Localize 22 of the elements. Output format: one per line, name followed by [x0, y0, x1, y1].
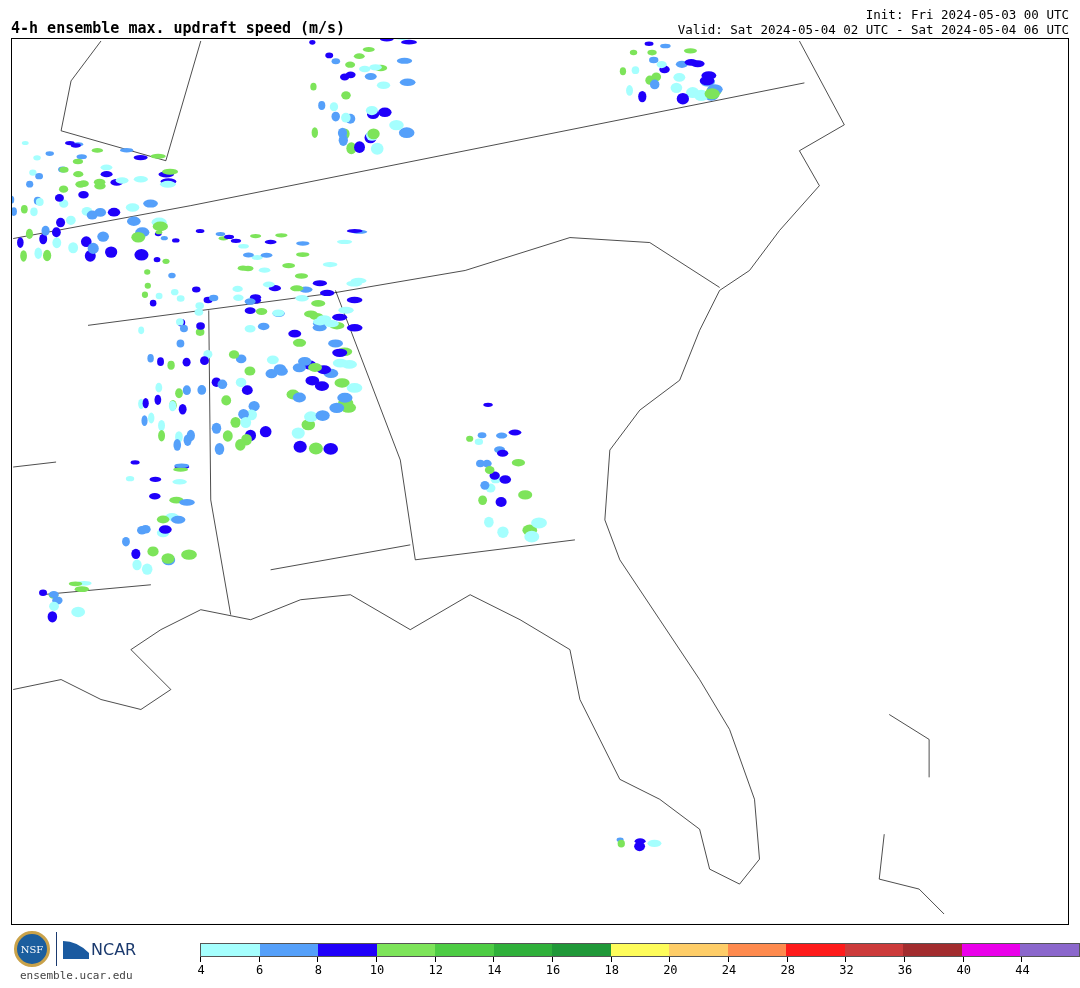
tick-label: 32 — [838, 963, 855, 977]
tick-label: 4 — [196, 963, 206, 977]
tick-label: 6 — [255, 963, 265, 977]
init-time: Init: Fri 2024-05-03 00 UTC — [864, 7, 1069, 22]
tick-label: 20 — [662, 963, 679, 977]
tick-label: 44 — [1014, 963, 1031, 977]
tick-label: 10 — [368, 963, 386, 977]
chart-title: 4-h ensemble max. updraft speed (m/s) — [11, 19, 346, 37]
tick-label: 12 — [427, 963, 444, 977]
tick-label: 18 — [603, 963, 620, 977]
nsf-logo: NSF — [14, 931, 50, 967]
tick-label: 28 — [779, 963, 796, 977]
tick-label: 8 — [313, 963, 323, 977]
swoosh-icon — [63, 939, 89, 959]
tick-label: 24 — [720, 963, 738, 977]
ncar-logo-text: NCAR — [91, 939, 137, 959]
tick-label: 40 — [955, 963, 972, 977]
site-url: ensemble.ucar.edu — [20, 969, 134, 982]
tick-label: 36 — [896, 963, 914, 977]
tick-label: 16 — [544, 963, 562, 977]
tick-label: 14 — [486, 963, 503, 977]
valid-time: Valid: Sat 2024-05-04 02 UTC - Sat 2024-05-04 06 UTC — [677, 22, 1069, 37]
